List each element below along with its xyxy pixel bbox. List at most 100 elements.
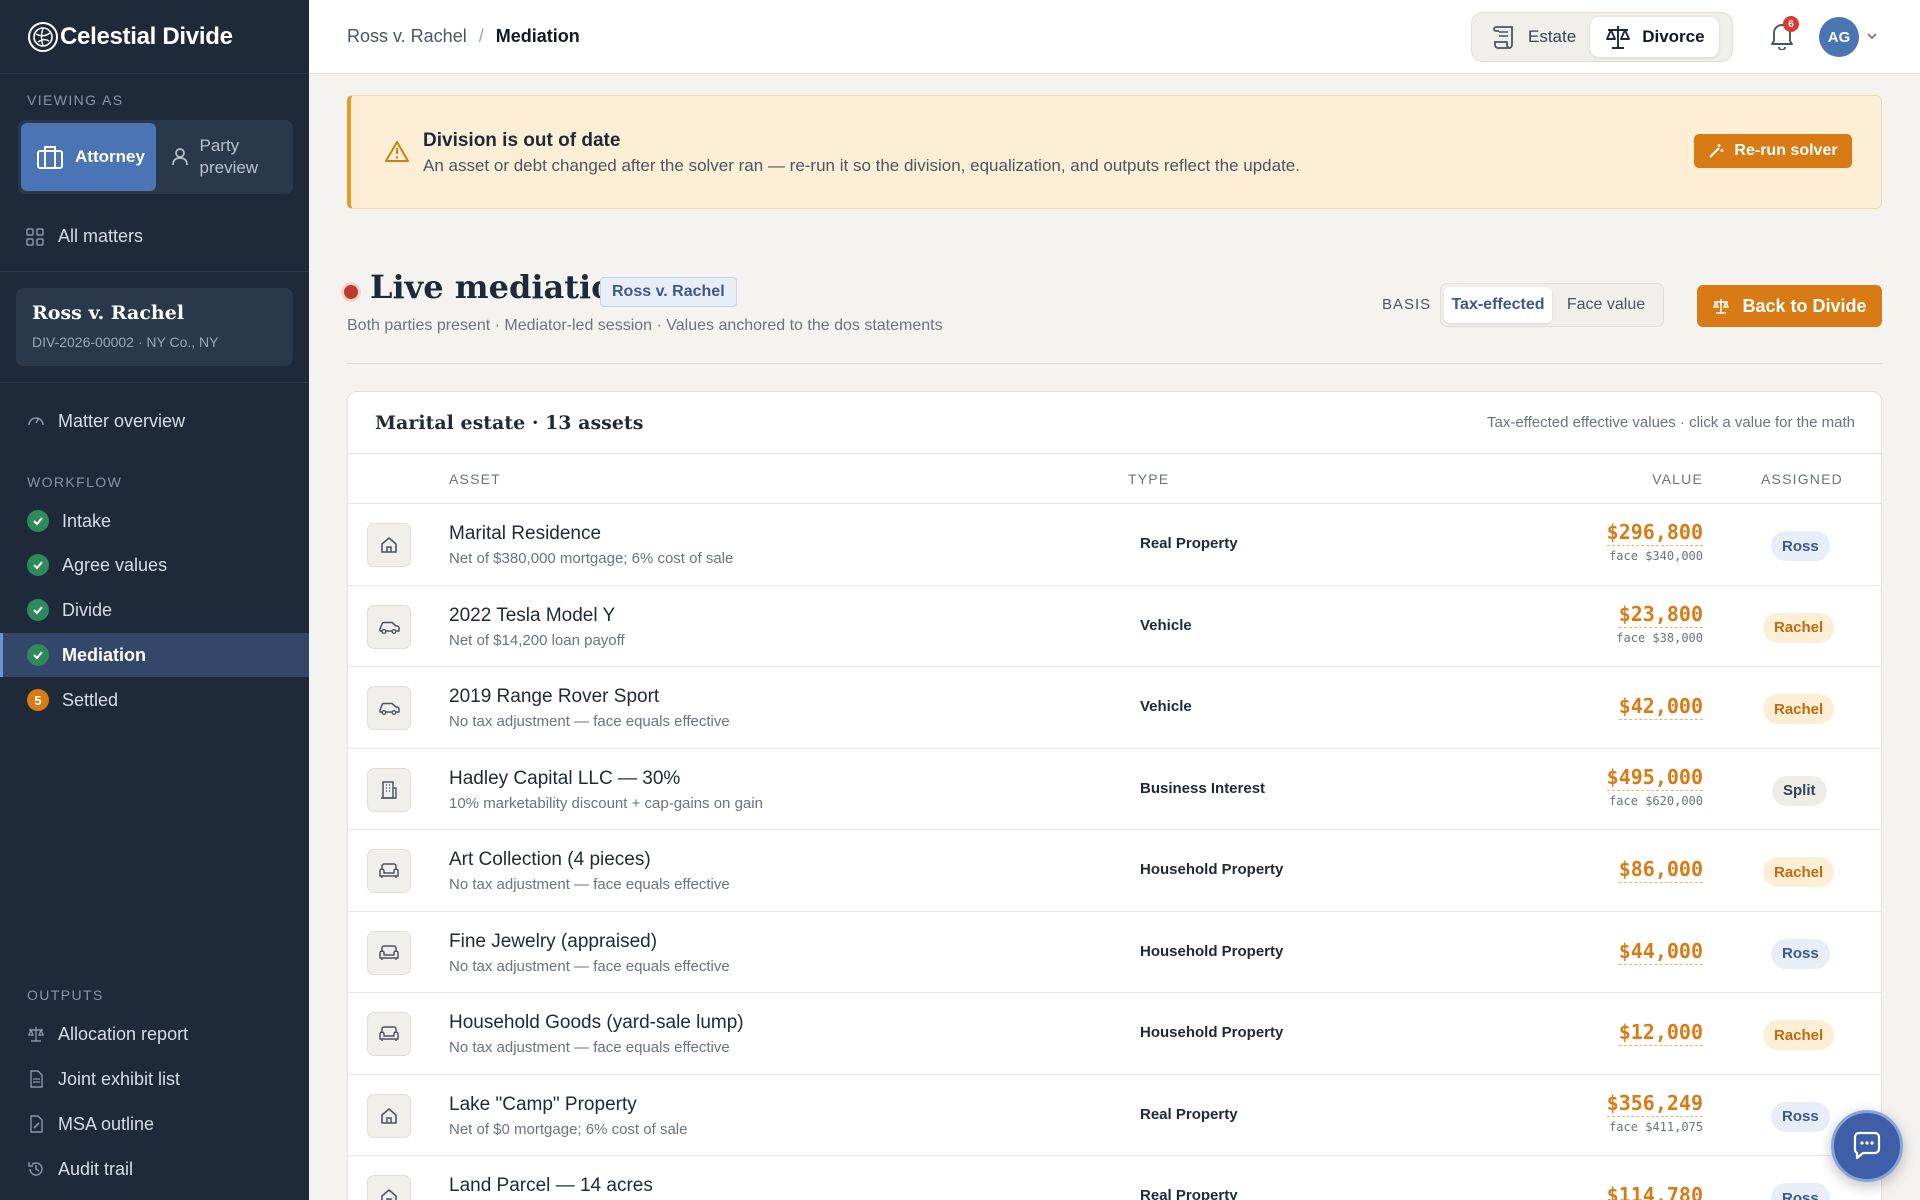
sidebar: Celestial Divide VIEWING AS Attorney Par… — [0, 0, 309, 1200]
alert-message: An asset or debt changed after the solve… — [423, 156, 1300, 175]
value-cell: $42,000 — [1618, 694, 1703, 720]
table-row[interactable]: 2019 Range Rover Sport No tax adjustment… — [348, 667, 1881, 749]
sidebar-item-audit-trail[interactable]: Audit trail — [0, 1147, 309, 1191]
table-row[interactable]: Hadley Capital LLC — 30% 10% marketabili… — [348, 749, 1881, 830]
effective-value[interactable]: $44,000 — [1618, 939, 1703, 965]
sidebar-item-msa-outline[interactable]: MSA outline — [0, 1102, 309, 1146]
asset-rows: Marital Residence Net of $380,000 mortga… — [348, 504, 1881, 1200]
breadcrumb: Ross v. Rachel / Mediation — [347, 26, 580, 47]
back-to-divide-button[interactable]: Back to Divide — [1697, 285, 1882, 327]
assigned-badge[interactable]: Ross — [1771, 1183, 1830, 1200]
assigned-badge[interactable]: Split — [1772, 775, 1827, 806]
mode-divorce-button[interactable]: Divorce — [1590, 17, 1719, 57]
sidebar-item-agree-values[interactable]: Agree values — [0, 543, 309, 587]
role-attorney-label: Attorney — [75, 147, 145, 166]
page-subtitle: Both parties present · Mediator-led sess… — [347, 317, 943, 334]
sofa-icon — [367, 930, 411, 975]
assigned-badge[interactable]: Rachel — [1763, 612, 1835, 643]
sidebar-item-intake[interactable]: Intake — [0, 499, 309, 543]
viewing-as-label: VIEWING AS — [27, 92, 124, 108]
outputs-label: OUTPUTS — [27, 987, 104, 1003]
chat-button[interactable] — [1831, 1110, 1903, 1182]
asset-name: Fine Jewelry (appraised) — [449, 930, 658, 952]
table-row[interactable]: Land Parcel — 14 acres Real Property $11… — [348, 1156, 1881, 1200]
output-label: MSA outline — [58, 1113, 155, 1134]
back-to-divide-label: Back to Divide — [1742, 295, 1867, 316]
effective-value[interactable]: $86,000 — [1618, 857, 1703, 883]
mode-estate-button[interactable]: Estate — [1476, 17, 1590, 57]
basis-tax-effected-button[interactable]: Tax-effected — [1444, 287, 1552, 323]
sidebar-divider — [0, 271, 309, 272]
sidebar-item-allocation-report[interactable]: Allocation report — [0, 1012, 309, 1056]
sidebar-item-joint-exhibit-list[interactable]: Joint exhibit list — [0, 1057, 309, 1101]
sidebar-item-settled[interactable]: 5 Settled — [0, 678, 309, 722]
workflow-label: WORKFLOW — [27, 474, 123, 490]
basis-face-value-button[interactable]: Face value — [1552, 287, 1660, 323]
output-label: Allocation report — [58, 1023, 189, 1044]
asset-note: No tax adjustment — face equals effectiv… — [449, 713, 730, 730]
asset-name: Land Parcel — 14 acres — [449, 1175, 653, 1196]
sidebar-item-mediation[interactable]: Mediation — [0, 633, 309, 677]
assigned-badge[interactable]: Rachel — [1763, 1020, 1835, 1050]
rerun-solver-button[interactable]: Re-run solver — [1694, 134, 1852, 168]
table-row[interactable]: Fine Jewelry (appraised) No tax adjustme… — [348, 912, 1881, 993]
assigned-badge[interactable]: Ross — [1771, 531, 1830, 561]
chevron-down-icon[interactable] — [1866, 30, 1878, 42]
house-icon — [367, 1175, 411, 1200]
table-row[interactable]: 2022 Tesla Model Y Net of $14,200 loan p… — [348, 586, 1881, 667]
grid-icon — [26, 227, 44, 246]
effective-value[interactable]: $495,000 — [1606, 765, 1703, 791]
chat-bubble-icon — [1853, 1131, 1881, 1160]
card-hint: Tax-effected effective values · click a … — [1487, 414, 1855, 431]
matter-title: Ross v. Rachel — [32, 302, 185, 324]
marital-estate-card: Marital estate · 13 assets Tax-effected … — [347, 391, 1882, 1200]
asset-note: Net of $0 mortgage; 6% cost of sale — [449, 1120, 688, 1138]
value-cell: $356,249 face $411,075 — [1606, 1091, 1703, 1134]
assigned-badge[interactable]: Rachel — [1763, 857, 1835, 887]
effective-value[interactable]: $12,000 — [1618, 1020, 1703, 1046]
asset-type: Business Interest — [1140, 779, 1266, 797]
table-row[interactable]: Art Collection (4 pieces) No tax adjustm… — [348, 830, 1881, 912]
check-icon — [27, 554, 49, 576]
section-divider — [347, 363, 1882, 364]
breadcrumb-parent-link[interactable]: Ross v. Rachel — [347, 26, 467, 47]
effective-value[interactable]: $296,800 — [1606, 520, 1703, 546]
card-title: Marital estate · 13 assets — [375, 412, 644, 434]
asset-type: Real Property — [1140, 535, 1238, 552]
user-avatar[interactable]: AG — [1819, 17, 1859, 57]
assigned-badge[interactable]: Ross — [1771, 938, 1830, 969]
value-cell: $23,800 face $38,000 — [1616, 602, 1703, 645]
assigned-badge[interactable]: Ross — [1771, 1101, 1830, 1132]
rerun-solver-label: Re-run solver — [1734, 142, 1838, 159]
effective-value[interactable]: $356,249 — [1606, 1091, 1703, 1117]
all-matters-link[interactable]: All matters — [26, 226, 143, 247]
person-icon — [171, 148, 188, 166]
table-row[interactable]: Lake "Camp" Property Net of $0 mortgage;… — [348, 1075, 1881, 1156]
value-cell: $44,000 — [1618, 939, 1703, 965]
matter-card[interactable]: Ross v. Rachel DIV-2026-00002 · NY Co., … — [16, 288, 293, 366]
asset-type: Household Property — [1140, 1024, 1284, 1041]
output-label: Audit trail — [58, 1158, 134, 1179]
edit-document-icon — [30, 1115, 43, 1133]
asset-note: 10% marketability discount + cap-gains o… — [449, 794, 763, 812]
asset-name: Household Goods (yard-sale lump) — [449, 1012, 744, 1033]
effective-value[interactable]: $42,000 — [1618, 694, 1703, 720]
asset-type: Household Property — [1140, 942, 1284, 960]
table-row[interactable]: Household Goods (yard-sale lump) No tax … — [348, 993, 1881, 1075]
brand[interactable]: Celestial Divide — [0, 0, 309, 74]
effective-value[interactable]: $23,800 — [1618, 602, 1703, 628]
scale-icon — [1606, 26, 1631, 49]
sidebar-item-matter-overview[interactable]: Matter overview — [0, 399, 309, 443]
table-row[interactable]: Marital Residence Net of $380,000 mortga… — [348, 504, 1881, 586]
role-attorney-button[interactable]: Attorney — [21, 123, 156, 191]
matter-subtitle: DIV-2026-00002 · NY Co., NY — [32, 334, 219, 350]
sidebar-item-divide[interactable]: Divide — [0, 588, 309, 632]
role-party-preview-button[interactable]: Party preview — [156, 123, 291, 191]
workflow-step-label: Settled — [62, 689, 119, 710]
asset-type: Real Property — [1140, 1187, 1238, 1200]
effective-value[interactable]: $114,780 — [1607, 1183, 1703, 1200]
assigned-badge[interactable]: Rachel — [1763, 694, 1835, 724]
column-header-type: TYPE — [1128, 471, 1170, 487]
breadcrumb-current: Mediation — [495, 26, 580, 46]
notifications-button[interactable]: 6 — [1769, 16, 1799, 55]
